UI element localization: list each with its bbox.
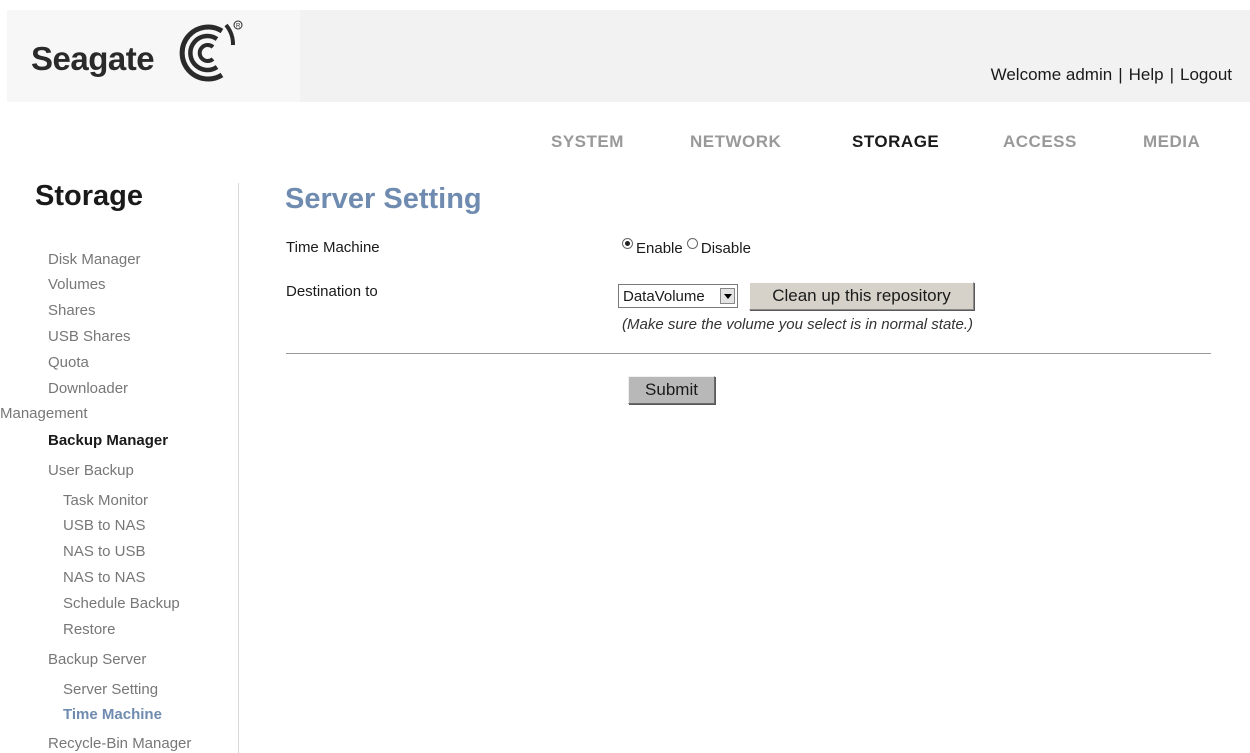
tab-storage[interactable]: STORAGE (852, 132, 939, 152)
sidebar-divider (238, 183, 239, 753)
sidebar-item-backup-server[interactable]: Backup Server (48, 651, 146, 668)
tab-access[interactable]: ACCESS (1003, 132, 1077, 152)
header-bar: Seagate R Welcome admin | Help | Logout (7, 10, 1250, 102)
sidebar-item-backup-manager[interactable]: Backup Manager (48, 432, 168, 449)
separator: | (1118, 65, 1123, 84)
time-machine-radio-group: Enable Disable (622, 238, 751, 257)
sidebar-item-task-monitor[interactable]: Task Monitor (63, 492, 148, 509)
sidebar-item-nas-to-nas[interactable]: NAS to NAS (63, 569, 146, 586)
enable-radio-label[interactable]: Enable (636, 240, 683, 257)
user-links: Welcome admin | Help | Logout (991, 65, 1232, 85)
destination-select[interactable]: DataVolume (618, 284, 738, 308)
sidebar-item-user-backup[interactable]: User Backup (48, 462, 134, 479)
separator: | (1169, 65, 1174, 84)
sidebar-item-restore[interactable]: Restore (63, 621, 116, 638)
sidebar-item-downloader[interactable]: Downloader (48, 380, 128, 397)
svg-text:R: R (236, 24, 241, 30)
time-machine-label: Time Machine (286, 239, 380, 256)
clean-up-repository-button[interactable]: Clean up this repository (749, 282, 974, 310)
destination-select-value: DataVolume (623, 288, 705, 305)
page-title: Server Setting (285, 183, 482, 215)
sidebar-item-recycle-bin-manager[interactable]: Recycle-Bin Manager (48, 735, 191, 752)
logo-area: Seagate R (7, 10, 300, 102)
tab-media[interactable]: MEDIA (1143, 132, 1200, 152)
destination-label: Destination to (286, 283, 378, 300)
sidebar-item-shares[interactable]: Shares (48, 302, 96, 319)
sidebar-item-management[interactable]: Management (0, 405, 88, 422)
welcome-text: Welcome admin (990, 65, 1113, 84)
sidebar-item-nas-to-usb[interactable]: NAS to USB (63, 543, 146, 560)
sidebar-item-quota[interactable]: Quota (48, 354, 89, 371)
volume-hint: (Make sure the volume you select is in n… (622, 316, 973, 333)
seagate-logo-icon: R (179, 20, 243, 82)
seagate-logo-text: Seagate (31, 40, 155, 77)
sidebar-item-schedule-backup[interactable]: Schedule Backup (63, 595, 180, 612)
logout-link[interactable]: Logout (1180, 65, 1232, 84)
enable-radio[interactable] (622, 238, 633, 249)
sidebar-item-disk-manager[interactable]: Disk Manager (48, 251, 141, 268)
tab-network[interactable]: NETWORK (690, 132, 781, 152)
top-nav: SYSTEM NETWORK STORAGE ACCESS MEDIA (0, 132, 1250, 154)
tab-system[interactable]: SYSTEM (551, 132, 624, 152)
sidebar-item-time-machine[interactable]: Time Machine (63, 706, 162, 723)
sidebar-item-usb-to-nas[interactable]: USB to NAS (63, 517, 146, 534)
submit-button[interactable]: Submit (628, 376, 715, 404)
sidebar-item-usb-shares[interactable]: USB Shares (48, 328, 131, 345)
divider (286, 353, 1211, 354)
chevron-down-icon[interactable] (720, 288, 735, 304)
disable-radio[interactable] (686, 238, 698, 249)
disable-radio-label[interactable]: Disable (701, 240, 751, 257)
help-link[interactable]: Help (1129, 65, 1164, 84)
sidebar-item-volumes[interactable]: Volumes (48, 276, 106, 293)
sidebar-title: Storage (35, 180, 143, 212)
sidebar-item-server-setting[interactable]: Server Setting (63, 681, 158, 698)
